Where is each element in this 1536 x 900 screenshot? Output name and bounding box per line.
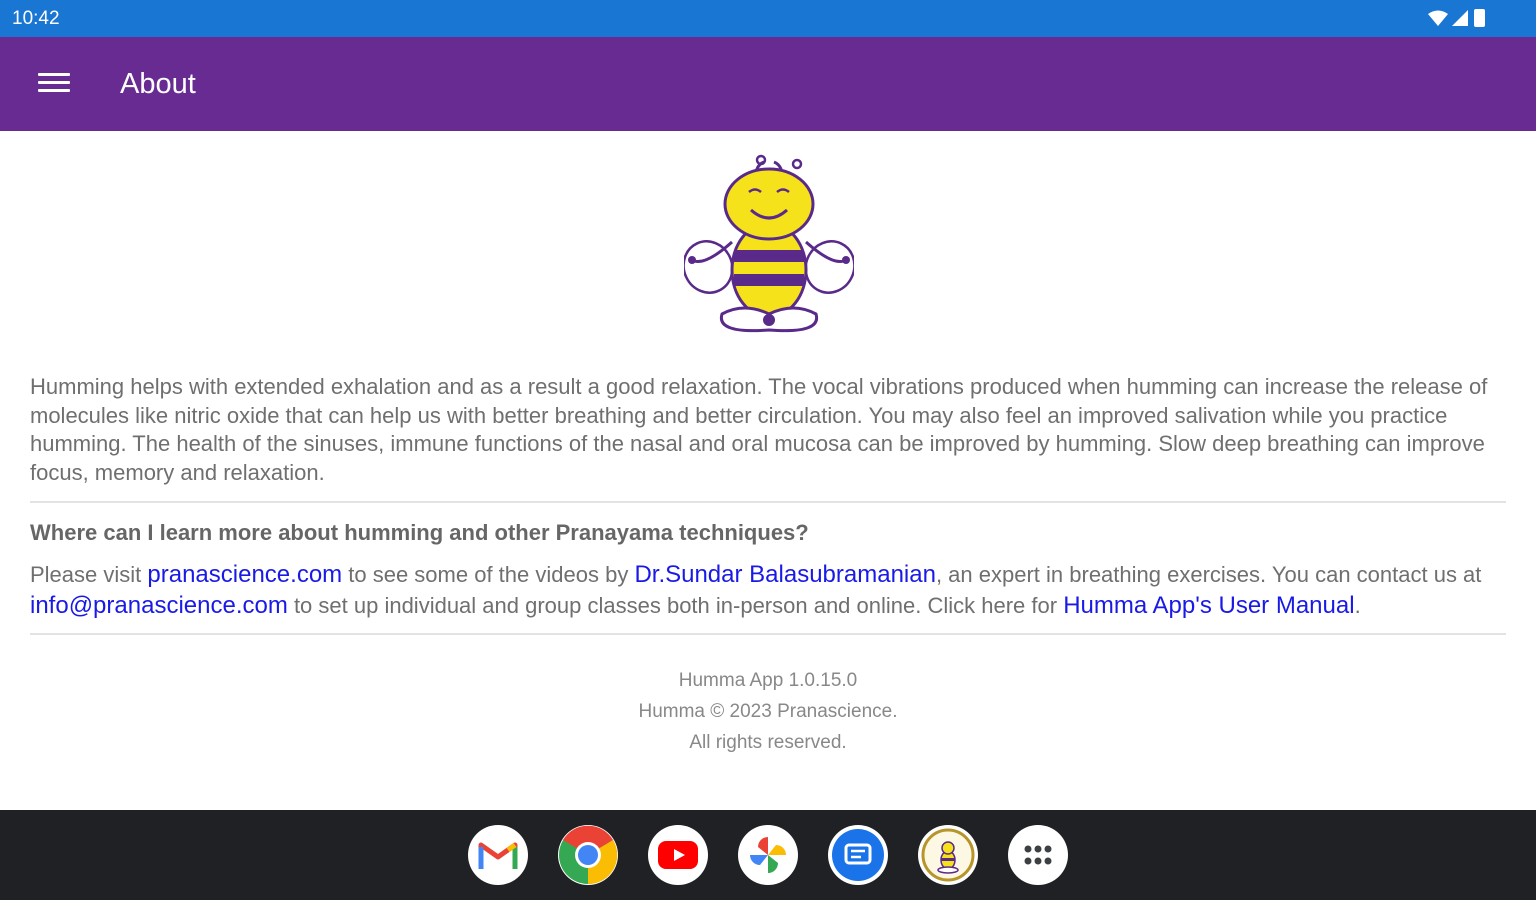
footer: Humma App 1.0.15.0 Humma © 2023 Pranasci… bbox=[30, 665, 1506, 758]
app-drawer-icon[interactable] bbox=[1008, 825, 1068, 885]
status-bar: 10:42 bbox=[0, 0, 1536, 37]
status-icons bbox=[1428, 9, 1485, 27]
humming-bee-mascot bbox=[684, 154, 854, 333]
divider bbox=[30, 633, 1506, 635]
visit-text-4: to set up individual and group classes b… bbox=[287, 593, 1064, 618]
gmail-icon[interactable] bbox=[468, 825, 528, 885]
app-version: Humma App 1.0.15.0 bbox=[678, 670, 858, 691]
visit-text-3: , an expert in breathing exercises. You … bbox=[935, 562, 1482, 587]
page-title: About bbox=[120, 68, 196, 100]
user-manual-link[interactable]: Humma App's User Manual bbox=[1063, 592, 1354, 619]
divider bbox=[30, 501, 1506, 503]
pranascience-link[interactable]: pranascience.com bbox=[147, 561, 342, 588]
question-heading: Where can I learn more about humming and… bbox=[30, 520, 809, 545]
email-link[interactable]: info@pranascience.com bbox=[30, 592, 288, 619]
app-bar: About bbox=[0, 37, 1536, 131]
battery-icon bbox=[1474, 9, 1485, 27]
humma-app-icon[interactable] bbox=[918, 825, 978, 885]
visit-text-5: . bbox=[1354, 593, 1361, 618]
visit-text-1: Please visit bbox=[30, 562, 148, 587]
wifi-icon bbox=[1428, 10, 1448, 26]
doctor-link[interactable]: Dr.Sundar Balasubramanian bbox=[634, 561, 936, 588]
status-time: 10:42 bbox=[12, 8, 60, 29]
visit-text-2: to see some of the videos by bbox=[342, 562, 635, 587]
rights-text: All rights reserved. bbox=[689, 732, 847, 753]
photos-icon[interactable] bbox=[738, 825, 798, 885]
visit-paragraph: Please visit pranascience.com to see som… bbox=[30, 559, 1506, 621]
hamburger-menu-icon[interactable] bbox=[38, 73, 70, 97]
messages-icon[interactable] bbox=[828, 825, 888, 885]
youtube-icon[interactable] bbox=[648, 825, 708, 885]
about-content: Humming helps with extended exhalation a… bbox=[30, 373, 1506, 758]
taskbar-dock bbox=[0, 810, 1536, 900]
signal-icon bbox=[1452, 10, 1468, 26]
description-text: Humming helps with extended exhalation a… bbox=[30, 374, 1488, 485]
chrome-icon[interactable] bbox=[558, 825, 618, 885]
copyright-text: Humma © 2023 Pranascience. bbox=[638, 701, 898, 722]
